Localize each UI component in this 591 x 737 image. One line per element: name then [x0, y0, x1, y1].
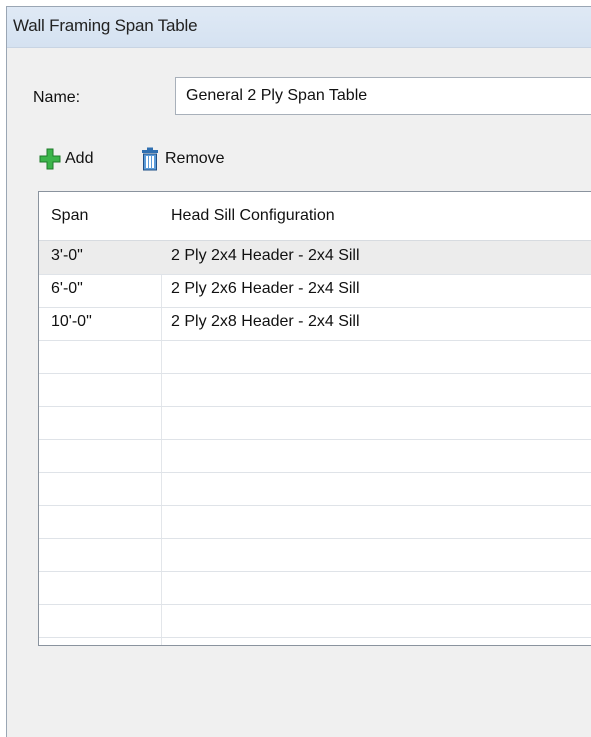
trash-icon	[142, 147, 158, 171]
span-cell: 3'-0"	[51, 247, 83, 264]
span-table[interactable]: Span Head Sill Configuration 3'-0" 2 Ply…	[38, 191, 591, 646]
table-row[interactable]: 3'-0" 2 Ply 2x4 Header - 2x4 Sill	[39, 241, 591, 275]
name-input[interactable]	[175, 77, 591, 115]
config-cell: 2 Ply 2x4 Header - 2x4 Sill	[171, 247, 360, 264]
empty-row	[39, 406, 591, 440]
column-header-span[interactable]: Span	[51, 207, 88, 225]
remove-button-label: Remove	[165, 150, 225, 167]
empty-row	[39, 604, 591, 638]
add-button-label: Add	[65, 150, 94, 167]
table-row[interactable]: 10'-0" 2 Ply 2x8 Header - 2x4 Sill	[39, 307, 591, 341]
window-title: Wall Framing Span Table	[13, 16, 198, 35]
add-button[interactable]: Add	[39, 145, 119, 173]
table-row[interactable]: 6'-0" 2 Ply 2x6 Header - 2x4 Sill	[39, 274, 591, 308]
config-cell: 2 Ply 2x8 Header - 2x4 Sill	[171, 313, 360, 330]
empty-row	[39, 571, 591, 605]
empty-row	[39, 340, 591, 374]
config-cell: 2 Ply 2x6 Header - 2x4 Sill	[171, 280, 360, 297]
empty-row	[39, 538, 591, 572]
remove-button[interactable]: Remove	[139, 145, 259, 173]
empty-row	[39, 505, 591, 539]
table-header: Span Head Sill Configuration	[39, 192, 591, 241]
empty-row	[39, 439, 591, 473]
dialog-window: Wall Framing Span Table Name: Add Remove	[6, 6, 591, 737]
empty-row	[39, 373, 591, 407]
span-cell: 6'-0"	[51, 280, 83, 297]
span-cell: 10'-0"	[51, 313, 92, 330]
column-header-config[interactable]: Head Sill Configuration	[171, 207, 335, 225]
title-bar[interactable]: Wall Framing Span Table	[7, 7, 591, 48]
empty-row	[39, 472, 591, 506]
plus-icon	[39, 148, 61, 170]
name-label: Name:	[33, 89, 81, 106]
